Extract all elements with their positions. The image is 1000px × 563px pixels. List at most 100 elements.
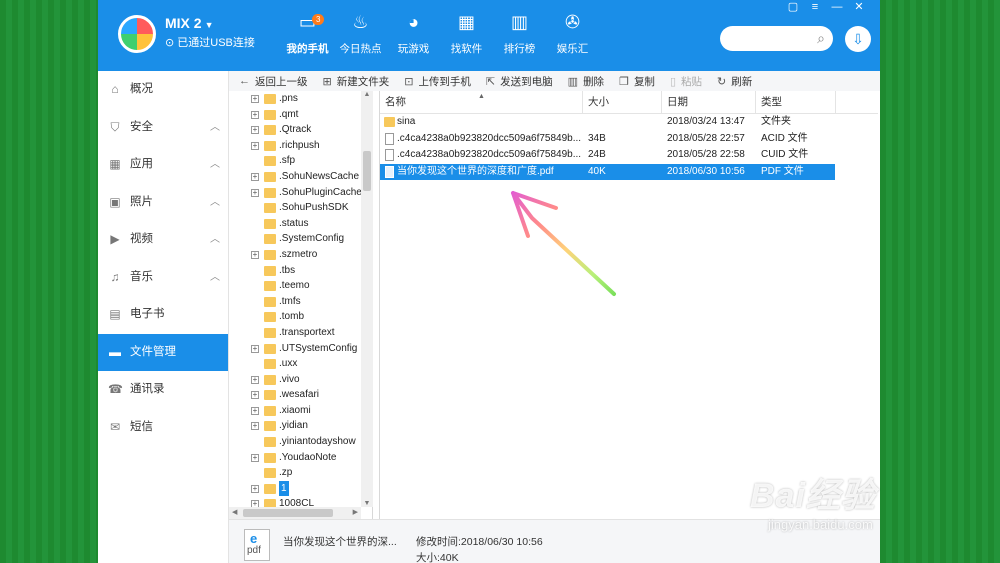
tree-item[interactable]: .tmfs	[229, 294, 372, 310]
tree-item[interactable]: .tbs	[229, 263, 372, 279]
tree-item[interactable]: .SystemConfig	[229, 231, 372, 247]
sidebar-item-video[interactable]: ▶ 视频 ︿	[98, 221, 228, 259]
nav-hot[interactable]: ♨ 今日热点	[337, 10, 384, 60]
expand-icon[interactable]: +	[251, 422, 259, 431]
chevron-up-icon[interactable]: ︿	[210, 109, 220, 147]
scroll-right-icon[interactable]: ▶	[353, 507, 358, 519]
expand-icon[interactable]: +	[251, 484, 259, 493]
back-label: 返回上一级	[255, 75, 308, 88]
scroll-left-icon[interactable]: ◀	[232, 507, 237, 519]
tree-item[interactable]: + .pns	[229, 91, 372, 107]
nav-my-phone[interactable]: ▭ 3 我的手机	[284, 10, 331, 60]
sidebar-item-music[interactable]: ♫ 音乐 ︿	[98, 259, 228, 297]
expand-icon[interactable]: +	[251, 110, 259, 119]
upload-button[interactable]: ⊡ 上传到手机	[404, 74, 471, 89]
column-name[interactable]: 名称 ▲	[380, 91, 583, 113]
expand-icon[interactable]: +	[251, 344, 259, 353]
refresh-button[interactable]: ↻ 刷新	[717, 74, 752, 89]
column-date[interactable]: 日期	[662, 91, 756, 113]
back-button[interactable]: ← 返回上一级	[239, 74, 308, 89]
tree-item[interactable]: + .Qtrack	[229, 122, 372, 138]
expand-icon[interactable]: +	[251, 188, 259, 197]
home-icon: ⌂	[111, 82, 119, 96]
nav-ranking[interactable]: ▥ 排行榜	[496, 10, 543, 60]
new-folder-button[interactable]: ⊞ 新建文件夹	[323, 74, 390, 89]
chevron-up-icon[interactable]: ︿	[210, 146, 220, 184]
expand-icon[interactable]: +	[251, 141, 259, 150]
expand-icon[interactable]: +	[251, 126, 259, 135]
scrollbar-thumb[interactable]	[363, 151, 371, 191]
plus-box-icon: ⊞	[322, 75, 332, 88]
tree-item[interactable]: .transportext	[229, 325, 372, 341]
tree-item[interactable]: .sfp	[229, 153, 372, 169]
file-row[interactable]: sina 2018/03/24 13:47 文件夹	[380, 114, 878, 131]
delete-button[interactable]: ▥ 删除	[568, 74, 604, 89]
tree-item[interactable]: .SohuPushSDK	[229, 200, 372, 216]
skin-icon[interactable]: ▢	[782, 0, 804, 14]
pdf-file-icon: e pdf	[244, 529, 270, 561]
tree-item-label: .pns	[279, 93, 298, 104]
menu-icon[interactable]: ≡	[804, 0, 826, 14]
sidebar-item-ebook[interactable]: ▤ 电子书	[98, 296, 228, 334]
tree-horizontal-scrollbar[interactable]: ◀ ▶	[229, 507, 361, 519]
sidebar-item-overview[interactable]: ⌂ 概况	[98, 71, 228, 109]
file-row[interactable]: .c4ca4238a0b923820dcc509a6f75849b... 34B…	[380, 131, 878, 148]
column-type[interactable]: 类型	[756, 91, 836, 113]
search-input[interactable]: ⌕	[720, 26, 833, 51]
scroll-down-icon[interactable]: ▼	[361, 500, 373, 507]
column-size[interactable]: 大小	[583, 91, 662, 113]
nav-games[interactable]: ◕ 玩游戏	[390, 10, 437, 60]
search-icon[interactable]: ⌕	[817, 30, 825, 47]
chevron-up-icon[interactable]: ︿	[210, 184, 220, 222]
folder-icon	[264, 187, 276, 198]
tree-item[interactable]: + .yidian	[229, 418, 372, 434]
chevron-up-icon[interactable]: ︿	[210, 259, 220, 297]
tree-item[interactable]: + .qmt	[229, 107, 372, 123]
scrollbar-thumb[interactable]	[243, 509, 333, 517]
expand-icon[interactable]: +	[251, 375, 259, 384]
sidebar-item-file-manager[interactable]: ▬ 文件管理	[98, 333, 228, 371]
device-selector[interactable]: MIX 2 ▼	[165, 15, 214, 31]
scroll-up-icon[interactable]: ▲	[361, 91, 373, 98]
expand-icon[interactable]: +	[251, 391, 259, 400]
file-row-selected[interactable]: 当你发现这个世界的深度和广度.pdf 40K 2018/06/30 10:56 …	[380, 163, 835, 180]
expand-icon[interactable]: +	[251, 172, 259, 181]
tree-item[interactable]: .teemo	[229, 278, 372, 294]
send-to-pc-button[interactable]: ⇱ 发送到电脑	[486, 74, 553, 89]
tree-item[interactable]: + .UTSystemConfig	[229, 341, 372, 357]
nav-entertainment[interactable]: ✇ 娱乐汇	[549, 10, 596, 60]
tree-item[interactable]: + .SohuPluginCache	[229, 185, 372, 201]
nav-software[interactable]: ▦ 找软件	[443, 10, 490, 60]
minimize-icon[interactable]: —	[826, 0, 848, 14]
file-row[interactable]: .c4ca4238a0b923820dcc509a6f75849b... 24B…	[380, 147, 878, 164]
expand-icon[interactable]: +	[251, 95, 259, 103]
sidebar-item-sms[interactable]: ✉ 短信	[98, 409, 228, 447]
tree-item[interactable]: + .YoudaoNote	[229, 450, 372, 466]
expand-icon[interactable]: +	[251, 453, 259, 462]
sidebar-item-contacts[interactable]: ☎ 通讯录	[98, 371, 228, 409]
tree-item[interactable]: + .richpush	[229, 138, 372, 154]
tree-item[interactable]: + .wesafari	[229, 387, 372, 403]
tree-item[interactable]: .uxx	[229, 356, 372, 372]
tree-item[interactable]: .tomb	[229, 309, 372, 325]
copy-button[interactable]: ❐ 复制	[619, 74, 655, 89]
paste-button[interactable]: ▯ 粘贴	[670, 74, 702, 89]
chevron-up-icon[interactable]: ︿	[210, 221, 220, 259]
tree-item-selected[interactable]: +1	[229, 480, 372, 497]
expand-icon[interactable]: +	[251, 250, 259, 259]
sidebar-item-photos[interactable]: ▣ 照片 ︿	[98, 184, 228, 222]
close-icon[interactable]: ✕	[848, 0, 870, 14]
sidebar-item-label: 电子书	[130, 308, 165, 320]
tree-vertical-scrollbar[interactable]: ▲ ▼	[361, 91, 373, 507]
tree-item[interactable]: .yiniantodayshow	[229, 434, 372, 450]
tree-item[interactable]: .zp	[229, 465, 372, 481]
tree-item[interactable]: + .xiaomi	[229, 403, 372, 419]
sidebar-item-apps[interactable]: ▦ 应用 ︿	[98, 146, 228, 184]
download-button[interactable]: ⇩	[845, 26, 871, 52]
tree-item[interactable]: + .szmetro	[229, 247, 372, 263]
expand-icon[interactable]: +	[251, 406, 259, 415]
tree-item[interactable]: + .vivo	[229, 372, 372, 388]
tree-item[interactable]: + .SohuNewsCache	[229, 169, 372, 185]
tree-item[interactable]: .status	[229, 216, 372, 232]
sidebar-item-security[interactable]: ⛉ 安全 ︿	[98, 109, 228, 147]
